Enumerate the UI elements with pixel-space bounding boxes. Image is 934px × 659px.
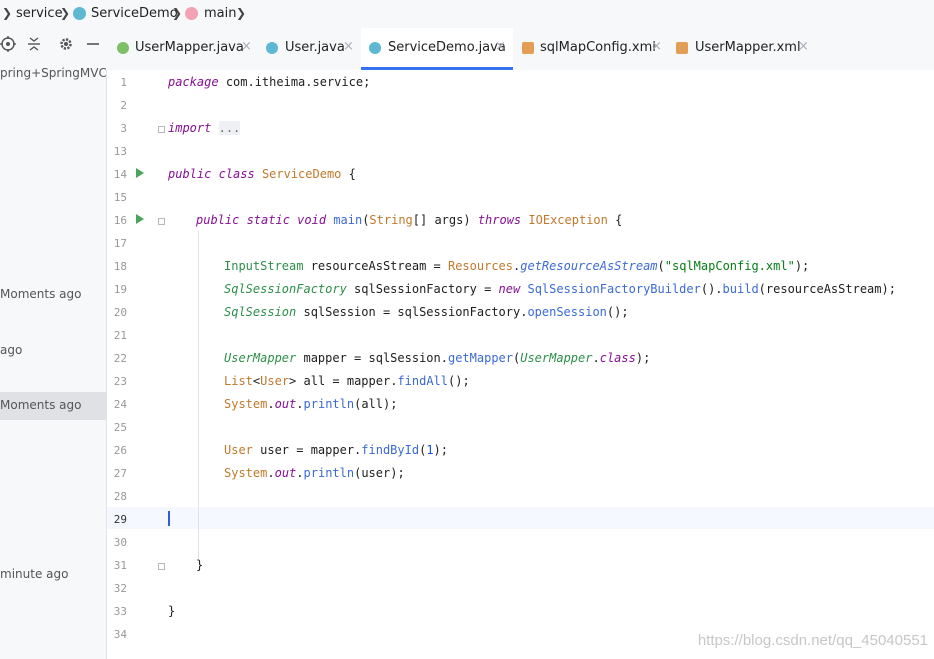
list-item-label: pring+SpringMVC [0, 66, 106, 80]
line-number: 24 [113, 398, 127, 411]
close-icon[interactable]: × [241, 39, 252, 54]
line-number: 13 [113, 145, 127, 158]
interface-icon [117, 42, 129, 54]
indent-guide [198, 230, 199, 560]
line-number: 27 [113, 467, 127, 480]
close-icon[interactable]: × [798, 39, 809, 54]
chevron-right-icon: ❯ [172, 6, 183, 20]
list-item-label: minute ago [0, 567, 69, 581]
line-number: 2 [120, 99, 127, 112]
breadcrumb-item-class[interactable]: ServiceDemo [91, 6, 178, 21]
line-number: 31 [113, 559, 127, 572]
code-line: UserMapper mapper = sqlSession.getMapper… [224, 351, 651, 365]
fold-icon[interactable] [158, 563, 165, 570]
xml-icon [522, 42, 534, 54]
chevron-right-icon: ❯ [236, 6, 247, 20]
list-item[interactable]: pring+SpringMVC [0, 63, 106, 85]
code-line: } [168, 604, 176, 618]
line-number-current: 29 [113, 513, 127, 526]
fold-icon[interactable] [158, 218, 165, 225]
line-number: 20 [113, 306, 127, 319]
chevron-right-icon: ❯ [2, 6, 13, 20]
class-icon [73, 7, 86, 20]
code-editor[interactable]: 1 2 3 13 14 15 16 17 18 19 20 21 22 23 2… [107, 70, 934, 659]
text-caret [168, 511, 170, 526]
tab-label: ServiceDemo.java [388, 40, 506, 55]
chevron-right-icon: ❯ [60, 6, 71, 20]
locate-icon[interactable] [0, 36, 16, 52]
minimize-icon[interactable] [85, 36, 101, 52]
list-item[interactable]: minute ago [0, 564, 106, 586]
list-item[interactable]: Moments ago [0, 284, 106, 306]
line-number: 3 [120, 122, 127, 135]
list-item-label: ago [0, 343, 23, 357]
list-item-label: Moments ago [0, 287, 82, 301]
code-line: List<User> all = mapper.findAll(); [224, 374, 470, 388]
collapse-all-icon[interactable] [26, 36, 42, 52]
tab-user-java[interactable]: User.java × [258, 28, 360, 70]
code-line: InputStream resourceAsStream = Resources… [224, 259, 810, 273]
code-line: System.out.println(user); [224, 466, 405, 480]
line-number: 22 [113, 352, 127, 365]
xml-icon [676, 42, 688, 54]
tab-label: sqlMapConfig.xml [540, 40, 656, 55]
watermark: https://blog.csdn.net/qq_45040551 [697, 632, 928, 649]
breadcrumb-item-package[interactable]: service [16, 6, 63, 21]
tab-label: User.java [285, 40, 345, 55]
line-number: 17 [113, 237, 127, 250]
line-number: 21 [113, 329, 127, 342]
fold-icon[interactable] [158, 126, 165, 133]
tab-sqlmapconfig-xml[interactable]: sqlMapConfig.xml × [514, 28, 666, 70]
breadcrumb-item-method[interactable]: main [204, 6, 236, 21]
code-line: } [196, 558, 204, 572]
code-line: public static void main(String[] args) t… [196, 213, 623, 227]
close-icon[interactable]: × [651, 39, 662, 54]
list-item-label: Moments ago [0, 398, 82, 412]
line-number: 15 [113, 191, 127, 204]
tab-usermapper-java[interactable]: UserMapper.java × [108, 28, 258, 70]
run-icon[interactable] [136, 168, 144, 178]
tab-usermapper-xml[interactable]: UserMapper.xml × [667, 28, 817, 70]
run-icon[interactable] [136, 214, 144, 224]
line-number: 23 [113, 375, 127, 388]
line-number: 16 [113, 214, 127, 227]
list-item-selected[interactable]: Moments ago [0, 392, 106, 420]
code-line: SqlSession sqlSession = sqlSessionFactor… [224, 305, 629, 319]
line-number: 34 [113, 628, 127, 641]
line-number: 25 [113, 421, 127, 434]
class-icon [369, 42, 381, 54]
line-number: 19 [113, 283, 127, 296]
line-number: 33 [113, 605, 127, 618]
line-number: 14 [113, 168, 127, 181]
code-line: SqlSessionFactory sqlSessionFactory = ne… [224, 282, 896, 296]
code-line: User user = mapper.findById(1); [224, 443, 448, 457]
method-icon [185, 7, 198, 20]
close-icon[interactable]: × [343, 39, 354, 54]
code-line: public class ServiceDemo { [168, 167, 356, 181]
code-line: package com.itheima.service; [168, 75, 371, 89]
tab-label: UserMapper.xml [695, 40, 801, 55]
current-line-highlight [107, 507, 934, 529]
class-icon [266, 42, 278, 54]
tab-label: UserMapper.java [135, 40, 244, 55]
close-icon[interactable]: × [495, 39, 506, 54]
code-line: import ... [168, 121, 241, 135]
line-number: 28 [113, 490, 127, 503]
line-number: 18 [113, 260, 127, 273]
gear-icon[interactable] [58, 36, 74, 52]
line-number: 26 [113, 444, 127, 457]
code-line: System.out.println(all); [224, 397, 398, 411]
list-item[interactable]: ago [0, 340, 106, 362]
line-number: 32 [113, 582, 127, 595]
tab-servicedemo-java[interactable]: ServiceDemo.java × [361, 28, 513, 70]
editor-tab-bar: UserMapper.java × User.java × ServiceDem… [0, 28, 934, 71]
breadcrumb: ❯ service ❯ ServiceDemo ❯ main ❯ [0, 0, 934, 28]
line-number: 30 [113, 536, 127, 549]
left-side-panel: pring+SpringMVC Moments ago ago Moments … [0, 66, 107, 659]
line-number: 1 [120, 76, 127, 89]
